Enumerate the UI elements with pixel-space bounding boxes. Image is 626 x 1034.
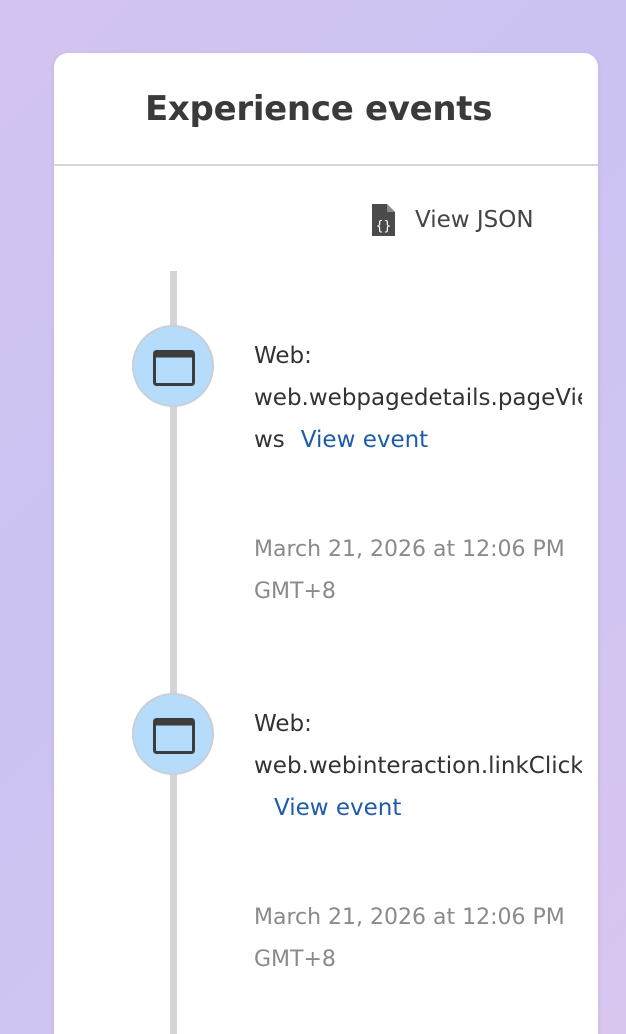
- event-timestamp: March 21, 2026 at 12:06 PM GMT+8: [254, 897, 584, 981]
- event-link-row: View event: [254, 787, 582, 829]
- event-prefix: Web:: [254, 343, 312, 369]
- event-name-continued-row: ws View event: [254, 419, 582, 461]
- timestamp-timezone: GMT+8: [254, 579, 336, 604]
- view-json-button[interactable]: {} View JSON: [370, 203, 534, 237]
- event-prefix: Web:: [254, 711, 312, 737]
- view-event-link[interactable]: View event: [301, 427, 428, 453]
- event-node: [132, 693, 214, 775]
- event-name: web.webinteraction.linkClicks: [254, 753, 582, 779]
- timestamp-timezone: GMT+8: [254, 947, 336, 972]
- event-name-continued: ws: [254, 427, 285, 453]
- json-file-icon: {}: [372, 204, 395, 236]
- browser-window-icon: [153, 718, 195, 754]
- experience-events-panel: Experience events {} View JSON Web: web.…: [54, 53, 598, 1034]
- event-description: Web: web.webpagedetails.pageVie ws View e…: [254, 335, 582, 461]
- panel-title: Experience events: [145, 89, 493, 129]
- svg-text:{}: {}: [376, 219, 392, 234]
- event-node: [132, 325, 214, 407]
- panel-header: Experience events: [54, 53, 598, 166]
- timestamp-date: March 21, 2026 at 12:06 PM: [254, 537, 565, 562]
- browser-window-icon: [153, 350, 195, 386]
- timestamp-date: March 21, 2026 at 12:06 PM: [254, 905, 565, 930]
- event-name: web.webpagedetails.pageVie: [254, 385, 582, 411]
- view-event-link[interactable]: View event: [274, 795, 401, 821]
- event-timestamp: March 21, 2026 at 12:06 PM GMT+8: [254, 529, 584, 613]
- view-json-label: View JSON: [415, 207, 534, 233]
- event-description: Web: web.webinteraction.linkClicks View …: [254, 703, 582, 829]
